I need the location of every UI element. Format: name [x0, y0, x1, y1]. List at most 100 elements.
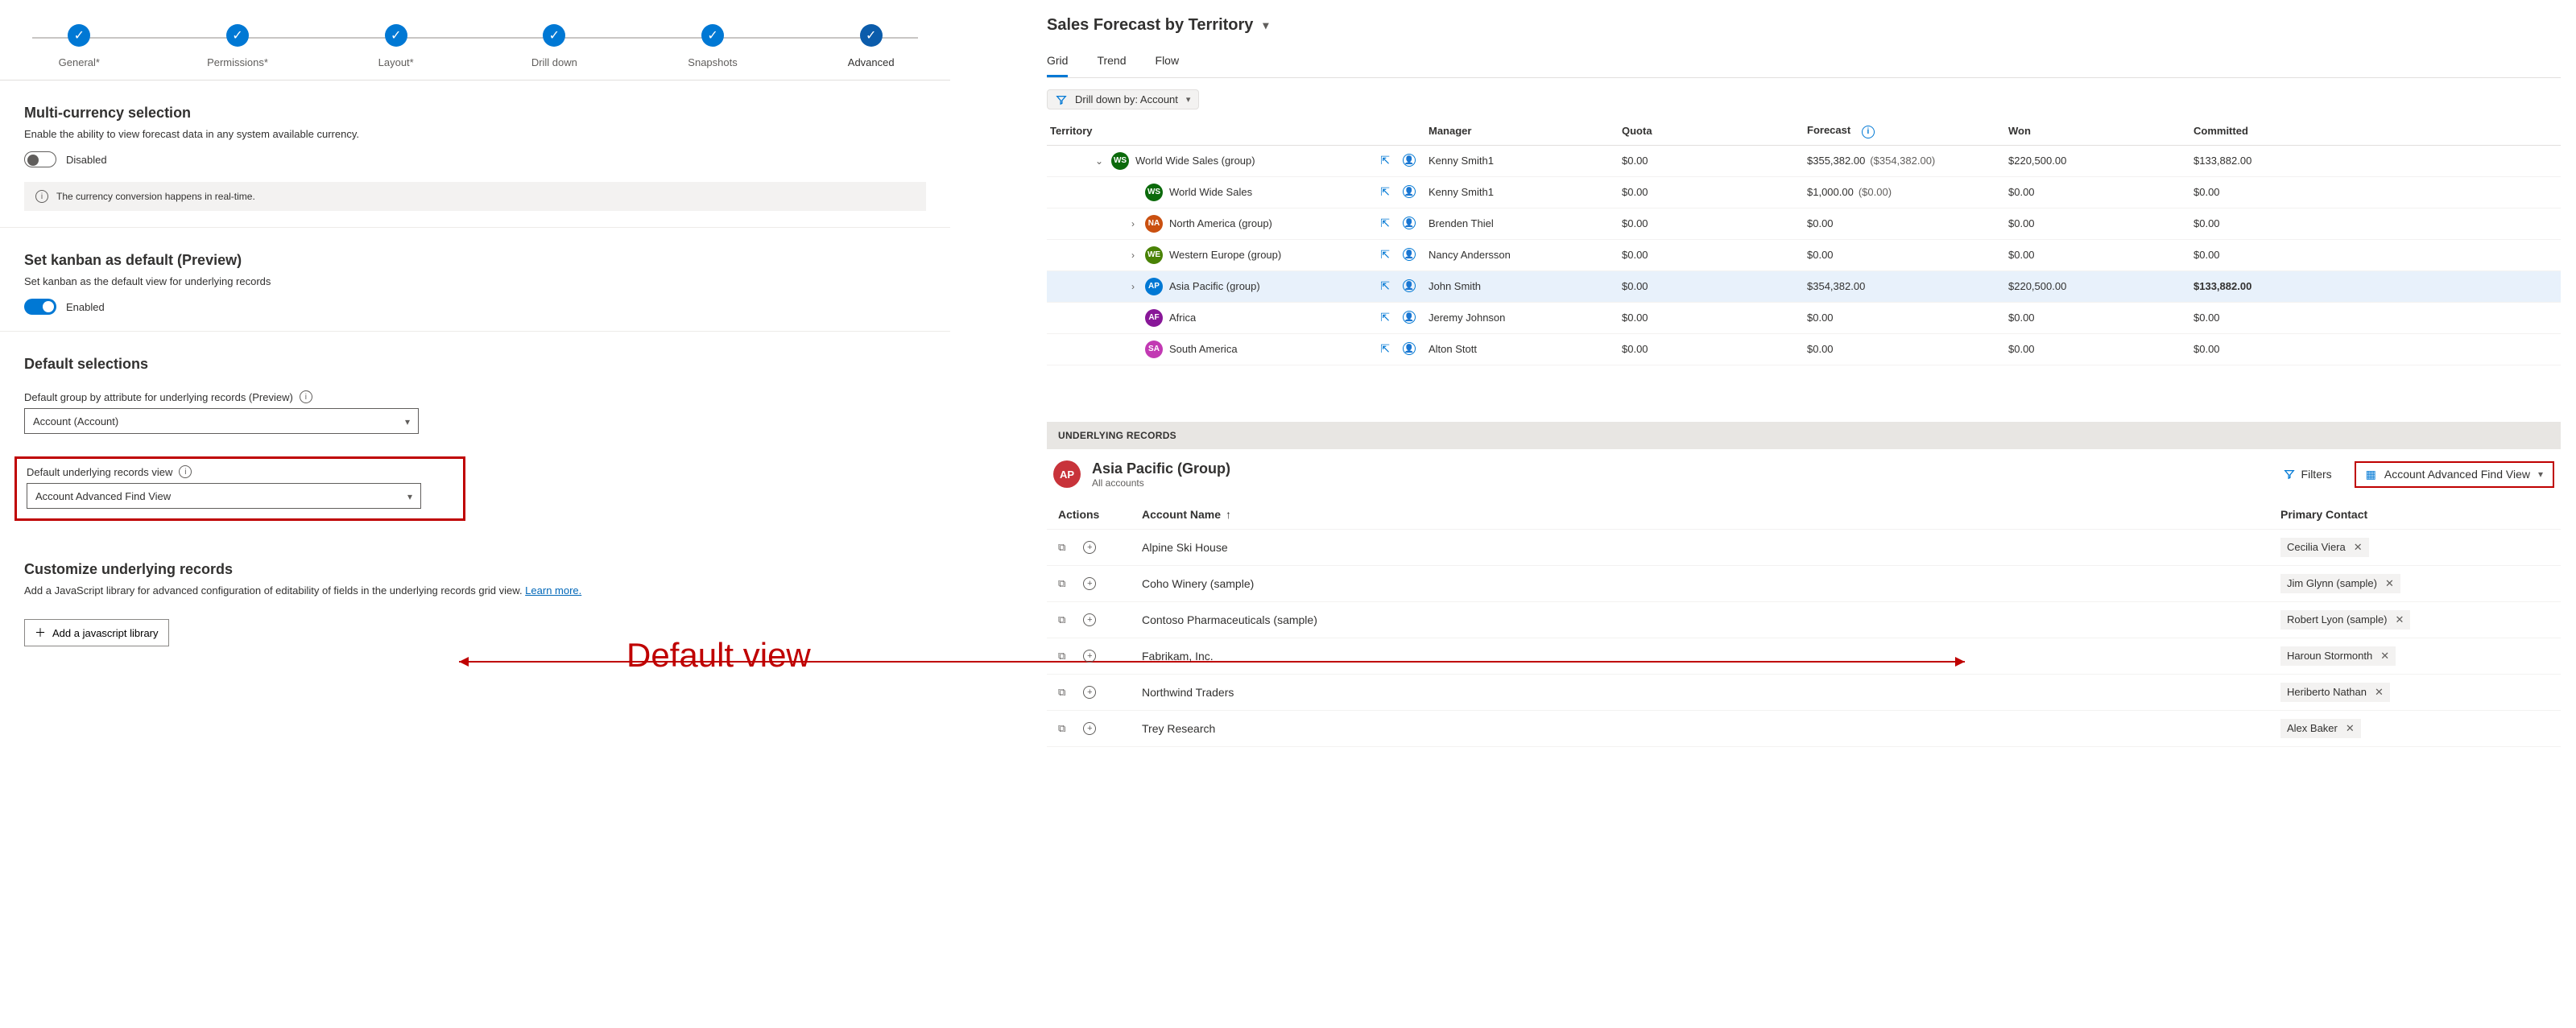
col-forecast-header[interactable]: Forecast i [1807, 124, 2008, 138]
won-cell: $0.00 [2008, 217, 2194, 229]
col-quota-header[interactable]: Quota [1622, 125, 1807, 137]
contact-chip[interactable]: Robert Lyon (sample)✕ [2280, 610, 2410, 630]
records-col-name[interactable]: Account Name ↑ [1142, 508, 2280, 521]
forecast-row[interactable]: AFAfrica⇱👤Jeremy Johnson$0.00$0.00$0.00$… [1047, 303, 2561, 334]
owner-icon[interactable]: 👤 [1403, 342, 1416, 355]
open-record-icon[interactable]: ⇱ [1380, 342, 1390, 356]
open-record-icon[interactable]: ⧉ [1058, 541, 1065, 554]
manager-cell: Kenny Smith1 [1429, 186, 1622, 198]
territory-name: World Wide Sales (group) [1135, 155, 1255, 167]
open-record-icon[interactable]: ⇱ [1380, 311, 1390, 324]
contact-chip[interactable]: Heriberto Nathan✕ [2280, 683, 2390, 702]
committed-cell: $0.00 [2194, 249, 2322, 261]
info-icon[interactable]: i [1862, 126, 1875, 138]
step-drill-down[interactable]: ✓Drill down [475, 24, 634, 68]
expand-icon[interactable]: › [1127, 281, 1139, 292]
forecast-cell: $0.00 [1807, 312, 2008, 324]
open-record-icon[interactable]: ⧉ [1058, 650, 1065, 663]
record-row[interactable]: ⧉+Coho Winery (sample)Jim Glynn (sample)… [1047, 566, 2561, 602]
owner-icon[interactable]: 👤 [1403, 185, 1416, 198]
record-row[interactable]: ⧉+Alpine Ski HouseCecilia Viera✕ [1047, 530, 2561, 566]
step-advanced[interactable]: ✓Advanced [792, 24, 950, 68]
add-activity-icon[interactable]: + [1083, 722, 1096, 735]
open-record-icon[interactable]: ⧉ [1058, 686, 1065, 699]
record-row[interactable]: ⧉+Trey ResearchAlex Baker✕ [1047, 711, 2561, 747]
expand-icon[interactable]: › [1127, 250, 1139, 261]
forecast-row[interactable]: ›APAsia Pacific (group)⇱👤John Smith$0.00… [1047, 271, 2561, 303]
quota-cell: $0.00 [1622, 186, 1807, 198]
add-activity-icon[interactable]: + [1083, 541, 1096, 554]
records-col-contact[interactable]: Primary Contact [2280, 508, 2554, 521]
forecast-cell: $1,000.00($0.00) [1807, 186, 2008, 198]
tab-flow[interactable]: Flow [1156, 49, 1180, 77]
add-activity-icon[interactable]: + [1083, 577, 1096, 590]
open-record-icon[interactable]: ⇱ [1380, 185, 1390, 199]
remove-contact-icon[interactable]: ✕ [2346, 722, 2355, 735]
tab-grid[interactable]: Grid [1047, 49, 1068, 77]
check-icon: ✓ [543, 24, 565, 47]
step-permissions[interactable]: ✓Permissions* [159, 24, 317, 68]
quota-cell: $0.00 [1622, 312, 1807, 324]
add-js-library-button[interactable]: ＋ Add a javascript library [24, 619, 169, 646]
add-activity-icon[interactable]: + [1083, 650, 1096, 663]
owner-icon[interactable]: 👤 [1403, 154, 1416, 167]
col-committed-header[interactable]: Committed [2194, 125, 2322, 137]
group-by-select[interactable]: Account (Account) [24, 408, 419, 434]
open-record-icon[interactable]: ⇱ [1380, 279, 1390, 293]
forecast-row[interactable]: ⌄WSWorld Wide Sales (group)⇱👤Kenny Smith… [1047, 146, 2561, 177]
default-view-select[interactable]: Account Advanced Find View [27, 483, 421, 509]
records-col-actions[interactable]: Actions [1053, 508, 1142, 521]
open-record-icon[interactable]: ⇱ [1380, 154, 1390, 167]
contact-chip[interactable]: Alex Baker✕ [2280, 719, 2361, 738]
open-record-icon[interactable]: ⧉ [1058, 613, 1065, 626]
learn-more-link[interactable]: Learn more. [525, 584, 581, 597]
record-row[interactable]: ⧉+Northwind TradersHeriberto Nathan✕ [1047, 675, 2561, 711]
filters-button[interactable]: Filters [2284, 468, 2332, 481]
step-snapshots[interactable]: ✓Snapshots [634, 24, 792, 68]
step-general[interactable]: ✓General* [0, 24, 159, 68]
info-icon[interactable]: i [300, 390, 312, 403]
open-record-icon[interactable]: ⧉ [1058, 577, 1065, 590]
forecast-row[interactable]: SASouth America⇱👤Alton Stott$0.00$0.00$0… [1047, 334, 2561, 365]
drilldown-pill[interactable]: Drill down by: Account ▾ [1047, 89, 1199, 109]
multicurrency-toggle[interactable] [24, 151, 56, 167]
record-row[interactable]: ⧉+Fabrikam, Inc.Haroun Stormonth✕ [1047, 638, 2561, 675]
owner-icon[interactable]: 👤 [1403, 279, 1416, 292]
info-icon[interactable]: i [179, 465, 192, 478]
col-won-header[interactable]: Won [2008, 125, 2194, 137]
record-row[interactable]: ⧉+Contoso Pharmaceuticals (sample)Robert… [1047, 602, 2561, 638]
won-cell: $220,500.00 [2008, 280, 2194, 292]
contact-chip[interactable]: Haroun Stormonth✕ [2280, 646, 2396, 666]
open-record-icon[interactable]: ⧉ [1058, 722, 1065, 735]
remove-contact-icon[interactable]: ✕ [2396, 613, 2404, 626]
add-activity-icon[interactable]: + [1083, 613, 1096, 626]
section-multicurrency: Multi-currency selection Enable the abil… [0, 81, 950, 228]
chevron-down-icon [407, 490, 412, 502]
forecast-row[interactable]: WSWorld Wide Sales⇱👤Kenny Smith1$0.00$1,… [1047, 177, 2561, 208]
open-record-icon[interactable]: ⇱ [1380, 248, 1390, 262]
open-record-icon[interactable]: ⇱ [1380, 217, 1390, 230]
add-activity-icon[interactable]: + [1083, 686, 1096, 699]
col-territory-header[interactable]: Territory [1050, 125, 1429, 137]
collapse-icon[interactable]: ⌄ [1094, 155, 1105, 167]
kanban-toggle[interactable] [24, 299, 56, 315]
contact-chip[interactable]: Cecilia Viera✕ [2280, 538, 2369, 557]
forecast-row[interactable]: ›NANorth America (group)⇱👤Brenden Thiel$… [1047, 208, 2561, 240]
page-title-row[interactable]: Sales Forecast by Territory ▾ [1047, 16, 2561, 46]
committed-cell: $0.00 [2194, 217, 2322, 229]
page-title: Sales Forecast by Territory [1047, 16, 1253, 35]
remove-contact-icon[interactable]: ✕ [2354, 541, 2363, 554]
col-manager-header[interactable]: Manager [1429, 125, 1622, 137]
remove-contact-icon[interactable]: ✕ [2385, 577, 2394, 590]
owner-icon[interactable]: 👤 [1403, 217, 1416, 229]
contact-chip[interactable]: Jim Glynn (sample)✕ [2280, 574, 2400, 593]
owner-icon[interactable]: 👤 [1403, 248, 1416, 261]
owner-icon[interactable]: 👤 [1403, 311, 1416, 324]
tab-trend[interactable]: Trend [1097, 49, 1126, 77]
forecast-row[interactable]: ›WEWestern Europe (group)⇱👤Nancy Anderss… [1047, 240, 2561, 271]
remove-contact-icon[interactable]: ✕ [2375, 686, 2384, 699]
expand-icon[interactable]: › [1127, 218, 1139, 229]
step-layout[interactable]: ✓Layout* [316, 24, 475, 68]
view-picker[interactable]: ▦ Account Advanced Find View ▾ [2355, 461, 2554, 488]
remove-contact-icon[interactable]: ✕ [2380, 650, 2389, 663]
